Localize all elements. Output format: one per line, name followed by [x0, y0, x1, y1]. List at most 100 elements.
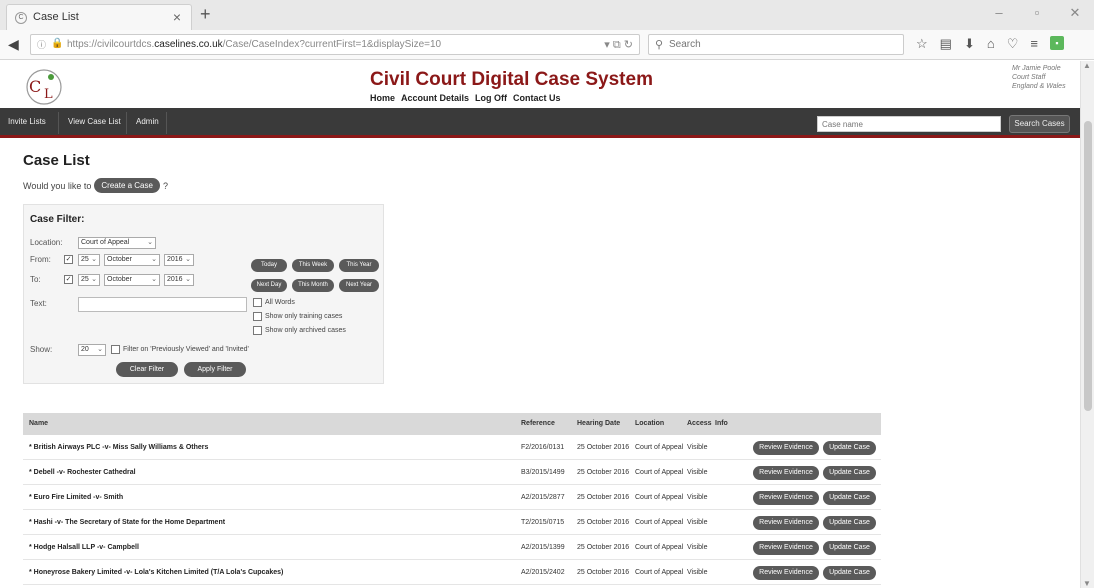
column-header-access[interactable]: Access [687, 420, 712, 427]
scroll-up-icon[interactable]: ▲ [1083, 61, 1091, 70]
scroll-down-icon[interactable]: ▼ [1083, 579, 1091, 588]
case-name-link[interactable]: * Euro Fire Limited -v- Smith [29, 494, 123, 501]
reload-icon[interactable]: ▾ ⧉ ↻ [604, 38, 633, 52]
case-reference: A2/2015/2402 [521, 569, 565, 576]
nav-admin[interactable]: Admin [136, 117, 159, 126]
case-access: Visible [687, 444, 708, 451]
today-button[interactable]: Today [251, 259, 287, 272]
address-bar[interactable]: ⓘ 🔒 https://civilcourtdcs.caselines.co.u… [30, 34, 640, 55]
case-access: Visible [687, 519, 708, 526]
all-words-checkbox[interactable] [253, 298, 262, 307]
text-filter-input[interactable] [78, 297, 247, 312]
search-cases-button[interactable]: Search Cases [1009, 115, 1070, 133]
account-details-link[interactable]: Account Details [401, 93, 469, 103]
column-header-hearing-date[interactable]: Hearing Date [577, 420, 620, 427]
update-case-button[interactable]: Update Case [823, 441, 876, 455]
maximize-button[interactable]: ▫ [1018, 0, 1056, 30]
case-name-link[interactable]: * Debell -v- Rochester Cathedral [29, 469, 136, 476]
training-cases-checkbox[interactable] [253, 312, 262, 321]
minimize-button[interactable]: – [980, 0, 1018, 30]
browser-search-input[interactable] [669, 37, 889, 52]
page-scrollbar[interactable]: ▲ ▼ [1080, 61, 1094, 588]
home-link[interactable]: Home [370, 93, 395, 103]
update-case-button[interactable]: Update Case [823, 541, 876, 555]
bookmark-star-icon[interactable]: ☆ [916, 36, 928, 52]
from-checkbox[interactable]: ✓ [64, 255, 73, 264]
hearing-date: 25 October 2016 [577, 469, 630, 476]
chevron-down-icon: ⌄ [147, 239, 153, 246]
user-role: Court Staff [1012, 74, 1046, 81]
this-year-button[interactable]: This Year [339, 259, 379, 272]
close-window-button[interactable]: ✕ [1056, 0, 1094, 30]
home-icon[interactable]: ⌂ [987, 36, 995, 52]
to-year-select[interactable]: 2016 ⌄ [164, 274, 194, 286]
scrollbar-thumb[interactable] [1084, 121, 1092, 411]
back-arrow-icon[interactable]: ◀ [8, 36, 19, 53]
nav-invite-lists[interactable]: Invite Lists [8, 117, 46, 126]
column-header-name[interactable]: Name [29, 420, 48, 427]
location-value: Court of Appeal [81, 239, 130, 246]
browser-tab[interactable]: C Case List × [6, 4, 192, 30]
update-case-button[interactable]: Update Case [823, 566, 876, 580]
location-select[interactable]: Court of Appeal ⌄ [78, 237, 156, 249]
column-header-reference[interactable]: Reference [521, 420, 555, 427]
nav-view-case-list[interactable]: View Case List [68, 117, 121, 126]
next-year-button[interactable]: Next Year [339, 279, 379, 292]
url-text[interactable]: https://civilcourtdcs.caselines.co.uk/Ca… [67, 39, 441, 50]
review-evidence-button[interactable]: Review Evidence [753, 466, 819, 480]
show-count-select[interactable]: 20 ⌄ [78, 344, 106, 356]
next-day-button[interactable]: Next Day [251, 279, 287, 292]
new-tab-button[interactable]: + [200, 4, 211, 25]
download-icon[interactable]: ⬇ [964, 36, 975, 52]
all-words-label: All Words [265, 299, 295, 306]
info-icon[interactable]: ⓘ [37, 38, 46, 51]
archived-cases-checkbox[interactable] [253, 326, 262, 335]
reading-list-icon[interactable]: ▤ [940, 36, 952, 52]
from-day-select[interactable]: 25 ⌄ [78, 254, 100, 266]
review-evidence-button[interactable]: Review Evidence [753, 541, 819, 555]
clear-filter-button[interactable]: Clear Filter [116, 362, 178, 377]
table-row: * Hashi -v- The Secretary of State for t… [23, 510, 881, 535]
show-count-value: 20 [81, 346, 89, 353]
menu-icon[interactable]: ≡ [1030, 36, 1038, 52]
review-evidence-button[interactable]: Review Evidence [753, 516, 819, 530]
table-row: * Debell -v- Rochester Cathedral B3/2015/… [23, 460, 881, 485]
case-reference: A2/2015/1399 [521, 544, 565, 551]
this-month-button[interactable]: This Month [292, 279, 334, 292]
page-favicon-icon: C [15, 12, 27, 24]
chevron-down-icon: ⌄ [91, 276, 97, 283]
update-case-button[interactable]: Update Case [823, 466, 876, 480]
update-case-button[interactable]: Update Case [823, 491, 876, 505]
apply-filter-button[interactable]: Apply Filter [184, 362, 246, 377]
hearing-date: 25 October 2016 [577, 519, 630, 526]
from-month-select[interactable]: October ⌄ [104, 254, 160, 266]
extension-icon[interactable]: ▪ [1049, 36, 1064, 50]
from-year-select[interactable]: 2016 ⌄ [164, 254, 194, 266]
review-evidence-button[interactable]: Review Evidence [753, 491, 819, 505]
case-location: Court of Appeal [635, 519, 684, 526]
review-evidence-button[interactable]: Review Evidence [753, 566, 819, 580]
create-case-button[interactable]: Create a Case [94, 178, 160, 193]
to-month-select[interactable]: October ⌄ [104, 274, 160, 286]
to-day-select[interactable]: 25 ⌄ [78, 274, 100, 286]
pocket-icon[interactable]: ♡ [1007, 36, 1019, 52]
case-name-link[interactable]: * Hashi -v- The Secretary of State for t… [29, 519, 225, 526]
column-header-location[interactable]: Location [635, 420, 664, 427]
log-off-link[interactable]: Log Off [475, 93, 507, 103]
case-name-link[interactable]: * Honeyrose Bakery Limited -v- Lola's Ki… [29, 569, 283, 576]
case-name-link[interactable]: * Hodge Halsall LLP -v- Campbell [29, 544, 139, 551]
review-evidence-button[interactable]: Review Evidence [753, 441, 819, 455]
case-name-link[interactable]: * British Airways PLC -v- Miss Sally Wil… [29, 444, 208, 451]
close-tab-icon[interactable]: × [173, 9, 181, 25]
page-title: Case List [23, 152, 90, 169]
contact-us-link[interactable]: Contact Us [513, 93, 561, 103]
previously-viewed-checkbox[interactable] [111, 345, 120, 354]
case-name-search-input[interactable] [817, 116, 1001, 132]
to-checkbox[interactable]: ✓ [64, 275, 73, 284]
create-prompt-suffix: ? [162, 180, 168, 191]
this-week-button[interactable]: This Week [292, 259, 334, 272]
from-day-value: 25 [81, 256, 89, 263]
browser-search[interactable]: ⚲ [648, 34, 904, 55]
update-case-button[interactable]: Update Case [823, 516, 876, 530]
table-header: Name Reference Hearing Date Location Acc… [23, 413, 881, 435]
